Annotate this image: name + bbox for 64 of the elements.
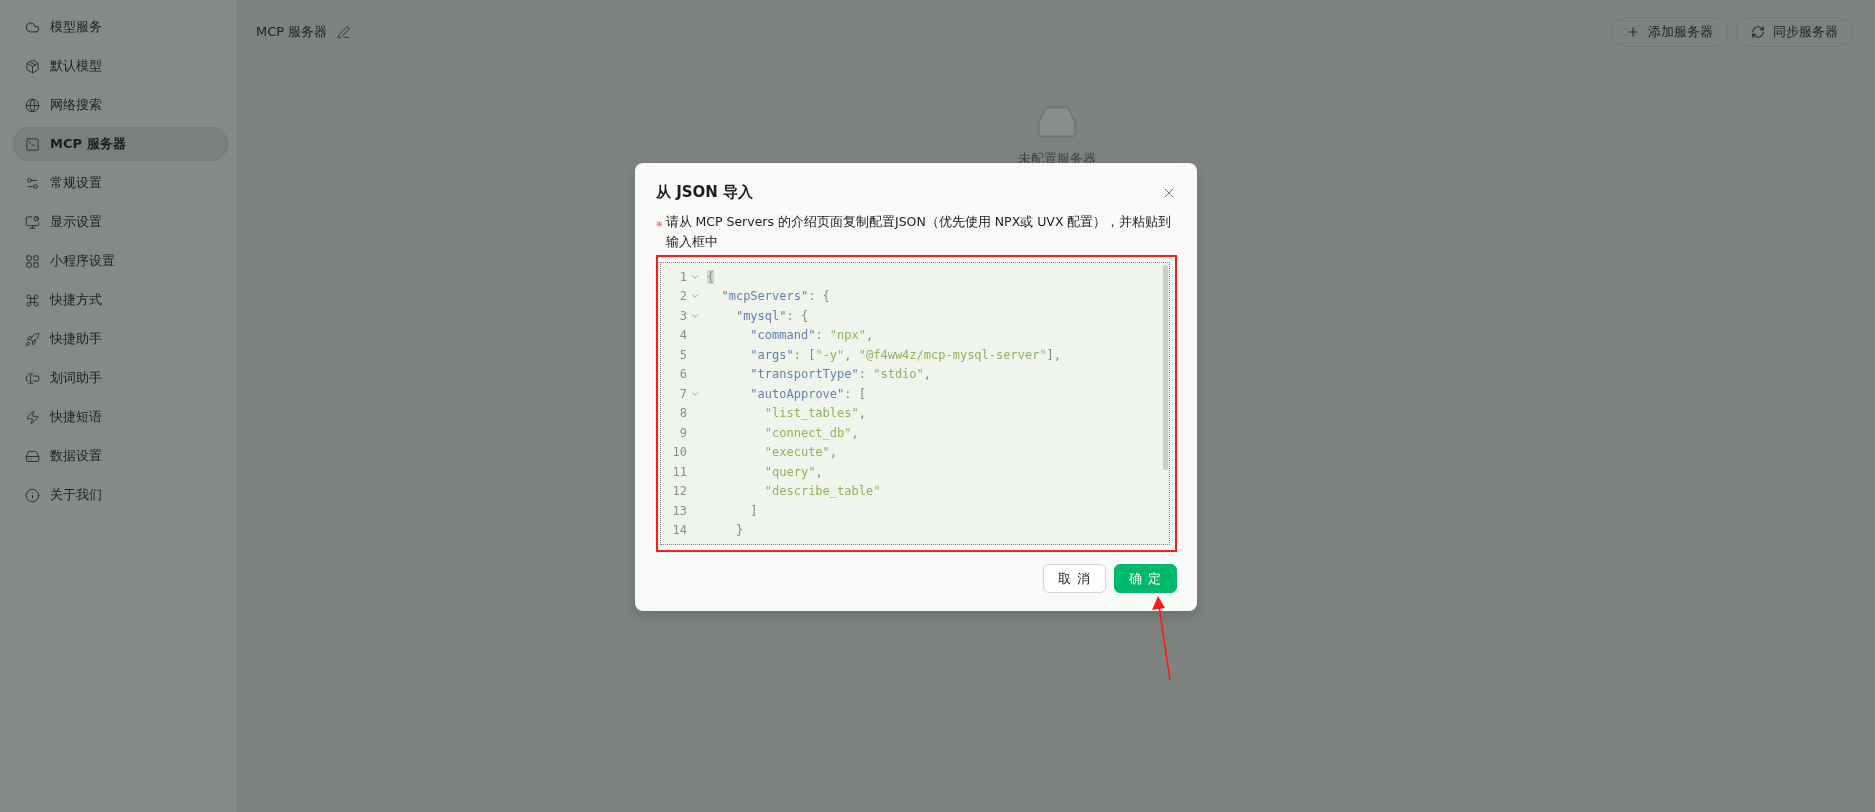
command-icon [25, 292, 40, 308]
grid-icon [25, 253, 40, 269]
cloud-icon [25, 19, 40, 35]
sidebar-item[interactable]: 关于我们 [13, 478, 228, 512]
terminal-icon [25, 136, 40, 152]
info-icon [25, 487, 40, 503]
sliders-icon [25, 175, 40, 191]
code-line: "list_tables", [763, 406, 866, 421]
sidebar-item[interactable]: 小程序设置 [13, 244, 228, 278]
code-line: "query", [763, 464, 823, 479]
sidebar-item[interactable]: 模型服务 [13, 10, 228, 44]
code-line: "mysql": { [734, 308, 809, 323]
line-number: 11 [671, 464, 687, 479]
add-server-button[interactable]: 添加服务器 [1611, 17, 1728, 47]
sidebar-item[interactable]: 网络搜索 [13, 88, 228, 122]
code-line: "mcpServers": { [720, 289, 830, 304]
confirm-button[interactable]: 确 定 [1113, 564, 1177, 593]
monitor-icon [25, 214, 40, 230]
sidebar-item[interactable]: 数据设置 [13, 439, 228, 473]
globe-icon [25, 97, 40, 113]
code-line: "command": "npx", [749, 328, 874, 343]
line-number: 3 [678, 308, 687, 323]
sidebar-item[interactable]: 默认模型 [13, 49, 228, 83]
code-line: "describe_table" [763, 484, 881, 499]
line-number: 5 [678, 347, 687, 362]
cancel-button[interactable]: 取 消 [1042, 564, 1106, 593]
sidebar-item[interactable]: 显示设置 [13, 205, 228, 239]
line-number: 8 [678, 406, 687, 421]
rocket-icon [25, 331, 40, 347]
code-line: "connect_db", [763, 425, 859, 440]
line-number: 10 [671, 445, 687, 460]
line-number: 12 [671, 484, 687, 499]
page-title: MCP 服务器 [256, 23, 328, 41]
lightning-icon [25, 409, 40, 425]
line-number: 13 [671, 503, 687, 518]
line-number: 14 [671, 523, 687, 538]
required-mark: * [656, 218, 663, 235]
text-cursor-icon [25, 370, 40, 386]
sidebar-item[interactable]: 快捷方式 [13, 283, 228, 317]
code-line: "args": ["-y", "@f4ww4z/mcp-mysql-server"], [749, 347, 1062, 362]
dialog-title: 从 JSON 导入 [656, 183, 754, 202]
code-line: "transportType": "stdio", [749, 367, 931, 382]
code-line: "autoApprove": [ [749, 386, 866, 401]
sidebar-item[interactable]: 快捷短语 [13, 400, 228, 434]
code-line: ] [749, 503, 758, 518]
refresh-icon [1751, 25, 1765, 39]
sidebar-item[interactable]: 快捷助手 [13, 322, 228, 356]
sidebar-item[interactable]: 划词助手 [13, 361, 228, 395]
sync-server-button[interactable]: 同步服务器 [1736, 17, 1853, 47]
line-number: 9 [678, 425, 687, 440]
plus-icon [1626, 25, 1640, 39]
drive-icon [25, 448, 40, 464]
line-number: 7 [678, 386, 687, 401]
line-number: 1 [678, 269, 687, 284]
sidebar-item[interactable]: 常规设置 [13, 166, 228, 200]
code-line: } [734, 523, 744, 538]
sidebar-item[interactable]: MCP 服务器 [13, 127, 228, 161]
line-number: 4 [678, 328, 687, 343]
code-line: "execute", [763, 445, 838, 460]
line-number: 6 [678, 367, 687, 382]
instruction-text: 请从 MCP Servers 的介绍页面复制配置JSON（优先使用 NPX或 UVX 配置），并粘贴到输入框中 [665, 213, 1173, 251]
edit-icon[interactable] [337, 25, 351, 39]
line-number: 2 [678, 289, 687, 304]
cube-icon [25, 58, 40, 74]
